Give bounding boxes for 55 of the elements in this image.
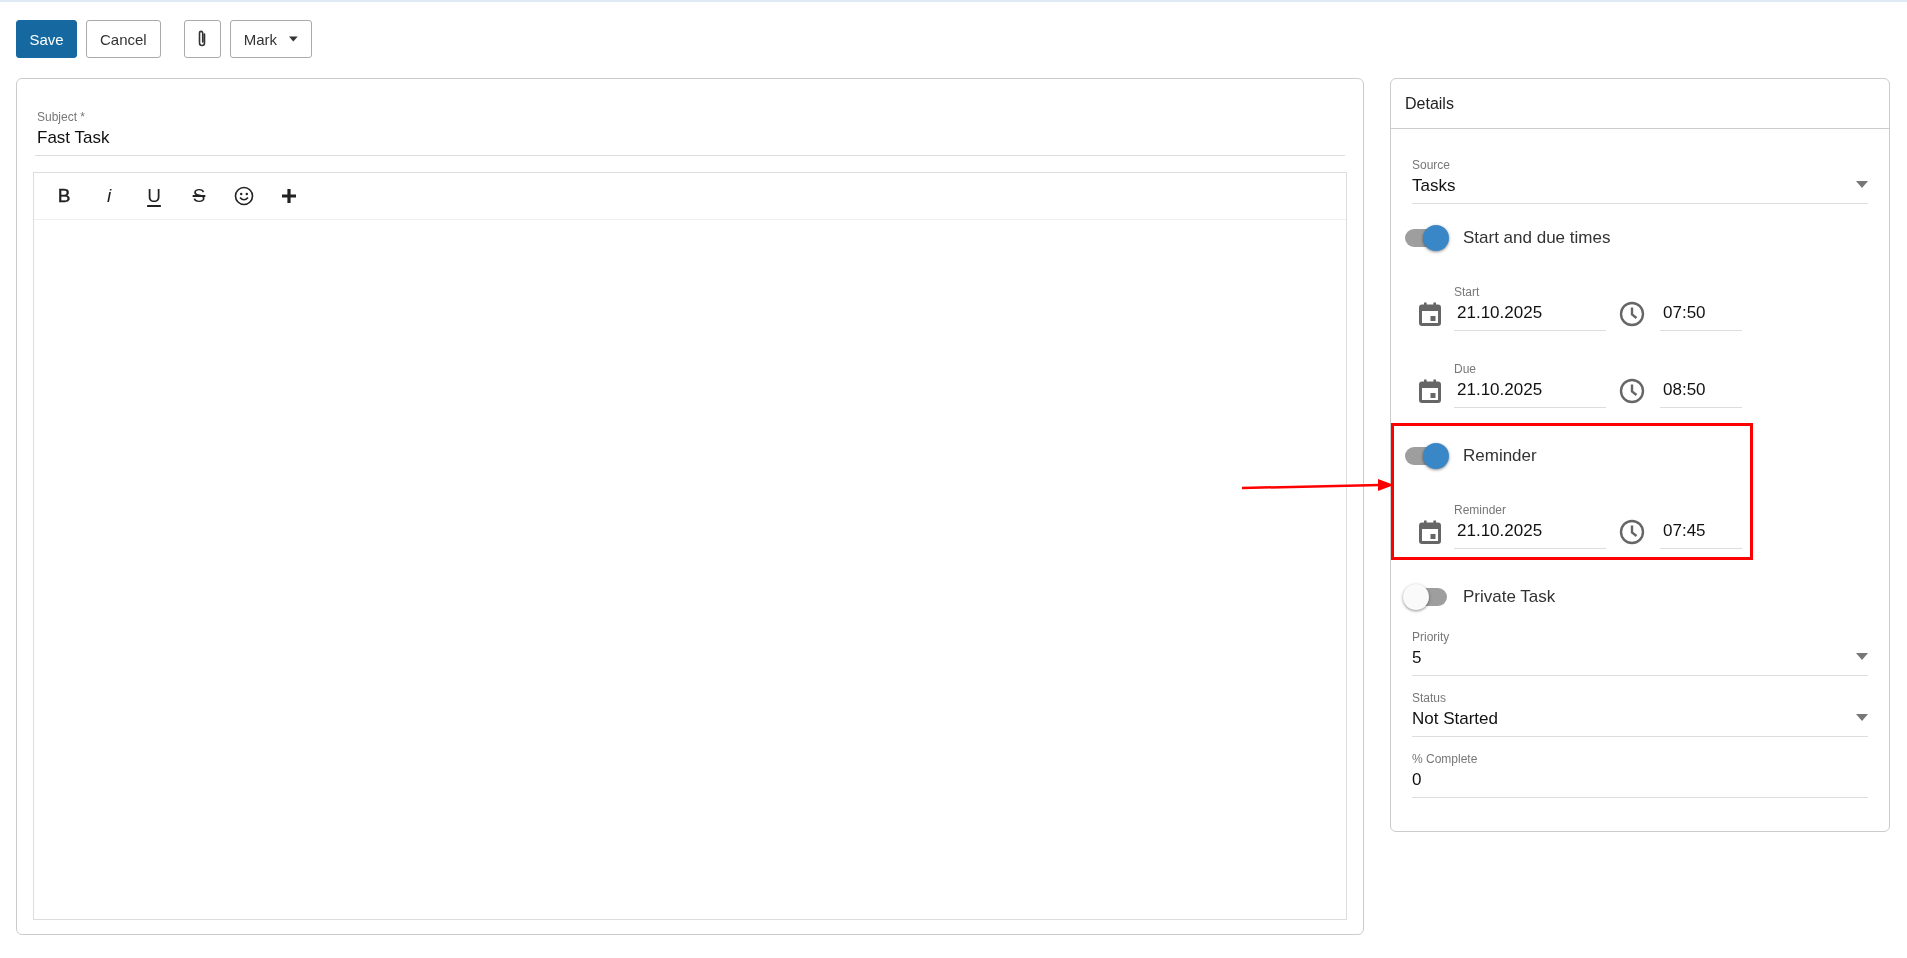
- date-value: 21.10.2025: [1456, 302, 1544, 324]
- subject-value: Fast Task: [36, 127, 111, 149]
- plus-icon: [282, 189, 296, 203]
- calendar-icon[interactable]: [1419, 519, 1441, 544]
- input-field[interactable]: % Complete 0: [1412, 751, 1868, 798]
- clock-icon[interactable]: [1619, 300, 1645, 327]
- field-label: Priority: [1412, 629, 1450, 645]
- caret-icon: [289, 36, 298, 42]
- save-button[interactable]: Save: [16, 20, 77, 58]
- time-value: 07:50: [1662, 302, 1707, 324]
- time-field[interactable]: 07:45: [1660, 502, 1742, 549]
- toggle-label: Start and due times: [1463, 228, 1611, 248]
- toggle-label: Reminder: [1463, 446, 1537, 466]
- time-field[interactable]: 08:50: [1660, 361, 1742, 408]
- clock-icon[interactable]: [1619, 377, 1645, 404]
- date-field[interactable]: Reminder 21.10.2025: [1454, 502, 1606, 549]
- calendar-icon[interactable]: [1419, 378, 1441, 403]
- calendar-icon[interactable]: [1419, 301, 1441, 326]
- date-value: 21.10.2025: [1456, 379, 1544, 401]
- mark-dropdown[interactable]: Mark: [229, 20, 312, 58]
- panel-title: Details: [1405, 94, 1454, 113]
- time-field[interactable]: 07:50: [1660, 284, 1742, 331]
- field-label: % Complete: [1412, 751, 1478, 767]
- field-value: 0: [1412, 769, 1422, 791]
- select-field[interactable]: Source Tasks: [1412, 157, 1868, 204]
- date-field[interactable]: Start 21.10.2025: [1454, 284, 1606, 331]
- text-editor[interactable]: B i U S: [33, 172, 1347, 920]
- select-field[interactable]: Priority 5: [1412, 629, 1868, 676]
- attach-button[interactable]: [183, 20, 221, 58]
- date-label: Due: [1454, 361, 1477, 377]
- date-label: Reminder: [1454, 502, 1508, 518]
- time-value: 07:45: [1662, 520, 1707, 542]
- italic-button[interactable]: i: [93, 180, 125, 212]
- field-value: Not Started: [1412, 708, 1498, 730]
- time-value: 08:50: [1662, 379, 1707, 401]
- select-field[interactable]: Status Not Started: [1412, 690, 1868, 737]
- strikethrough-button[interactable]: S: [183, 180, 215, 212]
- field-value: Tasks: [1412, 175, 1456, 197]
- dropdown-caret-icon: [1856, 181, 1868, 188]
- toggle-label: Private Task: [1463, 587, 1556, 607]
- subject-label: Subject *: [36, 109, 87, 125]
- date-field[interactable]: Due 21.10.2025: [1454, 361, 1606, 408]
- clock-icon[interactable]: [1619, 518, 1645, 545]
- date-value: 21.10.2025: [1456, 520, 1544, 542]
- smiley-icon: [234, 186, 254, 206]
- field-label: Source: [1412, 157, 1451, 173]
- date-label: Start: [1454, 284, 1481, 300]
- cancel-button[interactable]: Cancel: [86, 20, 161, 58]
- field-label: Status: [1412, 690, 1447, 706]
- dropdown-caret-icon: [1856, 653, 1868, 660]
- underline-button[interactable]: U: [138, 180, 170, 212]
- bold-button[interactable]: B: [48, 180, 80, 212]
- subject-field[interactable]: Subject * Fast Task: [35, 109, 1345, 156]
- dropdown-caret-icon: [1856, 714, 1868, 721]
- field-value: 5: [1412, 647, 1422, 669]
